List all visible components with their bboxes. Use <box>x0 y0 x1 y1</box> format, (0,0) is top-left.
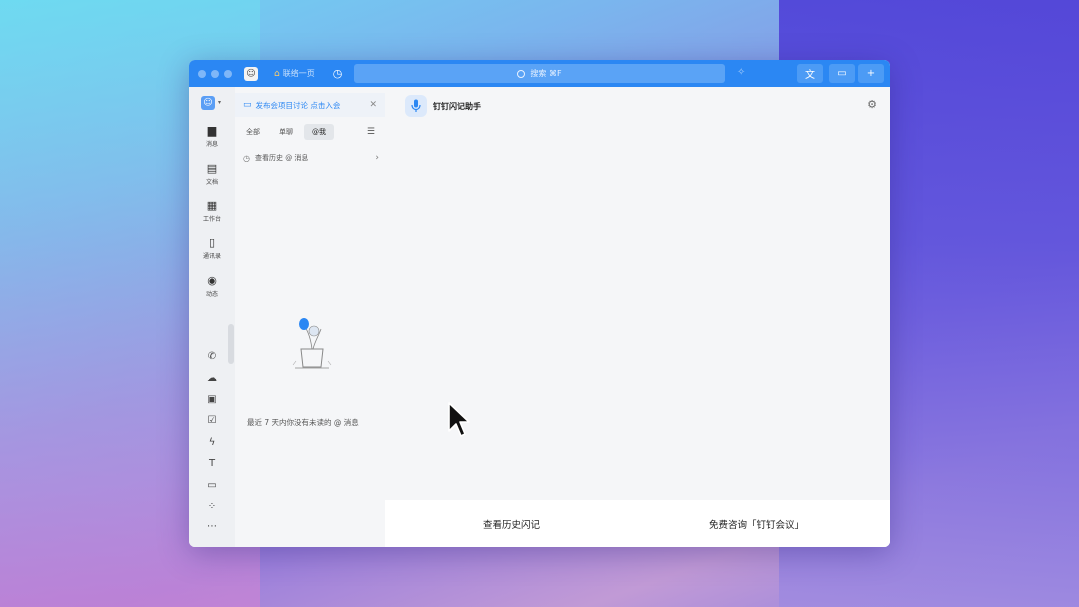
app-window: ☺ ⌂ 联络一页 ◷ 搜索 ⌘F ✧ 文 ▭ + ☺ ▾ ▆ 消息 ▤ 文档 ▦… <box>189 60 890 547</box>
contacts-icon: ▯ <box>208 236 216 249</box>
empty-state-text: 最近 7 天内你没有未读的 @ 消息 <box>247 418 359 427</box>
meeting-banner-text: 发布会项目讨论 点击入会 <box>255 100 341 110</box>
left-navigation: ☺ ▾ ▆ 消息 ▤ 文档 ▦ 工作台 ▯ 通讯录 ◉ 动态 ✆ ☁ ▣ ☑ ϟ… <box>189 87 235 547</box>
view-history-notes-link[interactable]: 查看历史闪记 <box>483 517 540 531</box>
filter-menu-icon[interactable]: ☰ <box>367 127 375 137</box>
nav-item-workbench[interactable]: ▦ 工作台 <box>189 199 235 223</box>
todo-icon[interactable]: ☑ <box>189 415 235 426</box>
minimize-window-button[interactable] <box>211 69 219 78</box>
chat-title: 钉钉闪记助手 <box>433 101 481 111</box>
more-icon[interactable]: ⋯ <box>189 521 235 532</box>
add-button[interactable]: + <box>858 64 884 83</box>
doc-icon: ▤ <box>206 162 218 175</box>
gear-icon[interactable]: ⚙ <box>867 98 877 111</box>
calendar-icon[interactable]: ▣ <box>189 394 235 405</box>
chat-header: 钉钉闪记助手 <box>405 95 481 117</box>
screen-share-button[interactable]: ▭ <box>829 64 855 83</box>
nav-label: 工作台 <box>202 216 221 223</box>
nav-item-contacts[interactable]: ▯ 通讯录 <box>189 236 235 260</box>
history-icon[interactable]: ◷ <box>333 67 343 80</box>
history-mentions-label: 查看历史 @ 消息 <box>254 154 309 162</box>
tab-single-chat[interactable]: 单聊 <box>271 124 301 140</box>
eye-icon: ◉ <box>207 274 217 287</box>
chevron-down-icon[interactable]: ▾ <box>218 99 221 106</box>
shirt-icon[interactable]: T <box>189 458 235 469</box>
home-icon: ⌂ <box>274 68 280 79</box>
nav-item-docs[interactable]: ▤ 文档 <box>189 162 235 186</box>
tab-all[interactable]: 全部 <box>238 124 268 140</box>
apps-icon[interactable]: ⁘ <box>189 501 235 512</box>
grid-icon: ▦ <box>206 199 218 212</box>
chat-list-panel: ▭ 发布会项目讨论 点击入会 ✕ 全部 单聊 @我 ☰ ◷ 查看历史 @ 消息 … <box>235 87 385 547</box>
search-icon <box>517 69 526 78</box>
window-controls <box>198 69 232 78</box>
chat-filter-tabs: 全部 单聊 @我 ☰ <box>235 124 385 140</box>
mouse-cursor-icon <box>448 402 470 437</box>
nav-profile-avatar[interactable]: ☺ <box>201 96 215 110</box>
nav-item-messages[interactable]: ▆ 消息 <box>189 124 235 148</box>
translate-button[interactable]: 文 <box>797 64 823 83</box>
chevron-right-icon: › <box>375 153 379 163</box>
nav-item-feed[interactable]: ◉ 动态 <box>189 274 235 298</box>
history-mentions-row[interactable]: ◷ 查看历史 @ 消息 › <box>243 151 379 165</box>
close-icon[interactable]: ✕ <box>369 100 377 110</box>
search-input[interactable]: 搜索 ⌘F <box>354 64 725 83</box>
assistant-footer: 查看历史闪记 免费咨询「钉钉会议」 <box>385 500 890 547</box>
nav-label: 消息 <box>205 141 218 148</box>
cloud-icon[interactable]: ☁ <box>189 373 235 384</box>
search-placeholder: 搜索 ⌘F <box>530 69 562 78</box>
chat-main-area: 钉钉闪记助手 ⚙ 查看历史闪记 免费咨询「钉钉会议」 <box>385 87 890 547</box>
empty-state-illustration <box>292 318 332 369</box>
free-consult-link[interactable]: 免费咨询「钉钉会议」 <box>709 517 804 531</box>
title-bar: ☺ ⌂ 联络一页 ◷ 搜索 ⌘F ✧ 文 ▭ + <box>189 60 890 87</box>
nav-label: 通讯录 <box>202 253 221 260</box>
ai-sparkle-icon[interactable]: ✧ <box>737 67 745 78</box>
close-window-button[interactable] <box>198 69 206 78</box>
meeting-banner[interactable]: ▭ 发布会项目讨论 点击入会 ✕ <box>235 93 385 117</box>
nav-label: 动态 <box>205 291 218 298</box>
user-avatar[interactable]: ☺ <box>244 66 258 81</box>
phone-icon[interactable]: ✆ <box>189 351 235 362</box>
ding-icon[interactable]: ϟ <box>189 437 235 448</box>
org-switcher[interactable]: ⌂ 联络一页 <box>274 68 315 79</box>
clock-icon: ◷ <box>243 153 250 163</box>
org-label: 联络一页 <box>282 69 315 78</box>
tab-mentions[interactable]: @我 <box>304 124 334 140</box>
monitor-icon: ▭ <box>837 68 847 79</box>
plus-icon: + <box>866 68 876 79</box>
nav-label: 文档 <box>205 179 218 186</box>
mail-icon[interactable]: ▭ <box>189 480 235 491</box>
video-camera-icon: ▭ <box>243 100 252 110</box>
maximize-window-button[interactable] <box>224 69 232 78</box>
microphone-icon <box>405 95 427 117</box>
chat-icon: ▆ <box>207 124 217 137</box>
translate-icon: 文 <box>805 70 815 81</box>
